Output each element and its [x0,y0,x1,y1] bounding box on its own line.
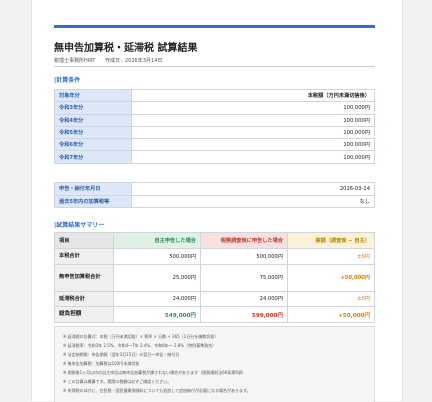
notes-box: ※ 延滞税の計算式：本税（万円未満切捨）× 税率 × 日数 ÷ 365（1日分を… [54,326,375,402]
table-row: 無申告加算税合計 25,000円 75,000円 +50,000円 [54,263,375,292]
title-accent-bar [54,25,375,28]
diff-value: ±0円 [287,290,375,308]
audit-value: 75,000円 [200,263,288,292]
diff-value: +50,000円 [287,263,375,292]
tax-header-label: 本税額（万円未満切捨後） [131,88,375,103]
divider [54,66,375,67]
col-item-header: 項目 [54,232,114,249]
calc-conditions-table: 対象年分 本税額（万円未満切捨後） 令和3年分 100,000円 令和4年分 100… [54,88,375,164]
tax-value: 100,000円 [131,150,375,164]
note-line: ※ 期限後1ヶ月以内の自主申告は無申告加算税が課されない場合があります（国税通則… [63,370,246,375]
document-page: 無申告加算税・延滞税 試算結果 税理士事務所HIRT 作成日：2026年3月14… [31,0,403,402]
note-line: ※ 法定納期限：申告期限（翌年3月15日）の翌日〜申告・納付日 [63,352,180,357]
filing-date-value: 2026-03-14 [131,182,375,196]
note-line: ※ 所得税のほかに、住民税・国民健康保険料についても追加して追加納付が必要になる… [63,388,251,393]
table-row: 延滞税合計 24,000円 24,000円 ±0円 [54,290,375,308]
self-value: 24,000円 [113,290,201,308]
tax-value: 100,000円 [131,138,375,152]
self-value: 25,000円 [113,263,201,292]
year-label: 令和5年分 [54,125,132,140]
tax-value: 100,000円 [131,113,375,127]
total-label: 総負担額 [54,306,114,324]
self-value: 500,000円 [113,247,201,265]
row-label: 無申告加算税合計 [54,263,114,292]
past-penalty-label: 過去5年内の加算税等 [54,194,132,208]
col-diff-header: 差額（調査後 − 自主） [287,232,375,249]
summary-table: 項目 自主申告した場合 税務調査後に申告した場合 差額（調査後 − 自主） 本税… [54,232,375,324]
table-row: 令和3年分 100,000円 [54,101,375,115]
table-row: 対象年分 本税額（万円未満切捨後） [54,88,375,103]
table-row: 令和6年分 100,000円 [54,138,375,152]
audit-value: 500,000円 [200,247,288,265]
table-row: 申告・納付年月日 2026-03-14 [54,182,375,196]
note-line: ※ 延滞税率：令和3年 2.5%、令和4〜7年 2.4%、令和8年〜 2.8%（… [63,343,217,348]
col-audit-header: 税務調査後に申告した場合 [200,232,288,249]
past-penalty-value: なし [131,194,375,208]
tax-value: 100,000円 [131,125,375,140]
tax-value: 100,000円 [131,101,375,115]
row-label: 延滞税合計 [54,290,114,308]
total-self-value: 549,000円 [113,306,201,324]
year-label: 令和3年分 [54,101,132,115]
col-self-header: 自主申告した場合 [113,232,201,249]
table-header-row: 項目 自主申告した場合 税務調査後に申告した場合 差額（調査後 − 自主） [54,232,375,249]
note-line: ※ 無申告加算税：加算税は100円未満切捨 [63,361,140,366]
table-row: 本税合計 500,000円 500,000円 ±0円 [54,247,375,265]
section-summary-title: |試算結果サマリー [54,222,105,229]
total-diff-value: +50,000円 [287,306,375,324]
filing-date-label: 申告・納付年月日 [54,182,132,196]
total-row: 総負担額 549,000円 599,000円 +50,000円 [54,306,375,324]
diff-value: ±0円 [287,247,375,265]
document-meta: 税理士事務所HIRT 作成日：2026年3月14日 [54,57,170,64]
audit-value: 24,000円 [200,290,288,308]
row-label: 本税合計 [54,247,114,265]
total-audit-value: 599,000円 [200,306,288,324]
section-calc-conditions-title: |計算条件 [54,77,81,84]
table-row: 令和7年分 100,000円 [54,150,375,164]
table-row: 令和4年分 100,000円 [54,113,375,127]
table-row: 令和5年分 100,000円 [54,125,375,140]
year-label: 令和4年分 [54,113,132,127]
year-header-label: 対象年分 [54,88,132,103]
table-row: 過去5年内の加算税等 なし [54,194,375,208]
note-line: ※ 延滞税の計算式：本税（万円未満切捨）× 税率 × 日数 ÷ 365（1日分を… [63,334,219,339]
filing-info-table: 申告・納付年月日 2026-03-14 過去5年内の加算税等 なし [54,182,375,208]
year-label: 令和7年分 [54,150,132,164]
document-title: 無申告加算税・延滞税 試算結果 [54,43,198,54]
preparer-name: 税理士事務所HIRT [54,58,96,64]
year-label: 令和6年分 [54,138,132,152]
note-line: ※ この計算は概算です。実際の税額は必ずご確認ください。 [63,379,172,384]
created-date: 作成日：2026年3月14日 [105,58,163,64]
